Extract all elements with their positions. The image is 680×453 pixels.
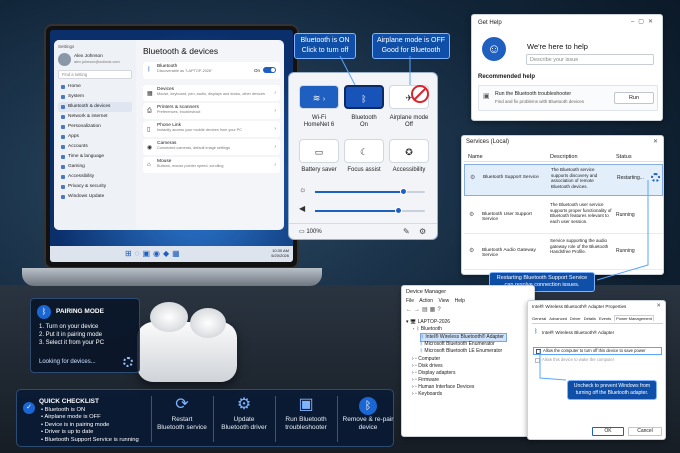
bluetooth-icon: ᛒ [333, 394, 403, 416]
monitor-icon: ▣ [298, 396, 314, 413]
action-label: Restart [171, 416, 193, 423]
action-label: Remove & re-pair [342, 416, 394, 423]
action-restart[interactable]: ⟳ Restart Bluetooth service [147, 394, 217, 432]
quick-checklist-panel: ✓ QUICK CHECKLIST • Bluetooth is ON • Air… [16, 389, 394, 447]
restart-icon: ⟳ [175, 396, 189, 413]
pairing-steps: 1. Turn on your device 2. Put it in pair… [39, 323, 104, 347]
action-label: Run Bluetooth [285, 416, 327, 423]
checklist-items: • Bluetooth is ON • Airplane mode is OFF •… [41, 407, 139, 444]
action-sublabel: Bluetooth driver [221, 424, 267, 431]
earbud-right [190, 308, 226, 338]
checklist-item-text: Airplane mode is OFF [44, 414, 101, 421]
pairing-mode-panel: ᛒ PAIRING MODE 1. Turn on your device 2.… [30, 298, 140, 373]
pairing-status: Looking for devices... [39, 359, 96, 365]
action-sublabel: device [358, 424, 378, 431]
bluetooth-icon: ᛒ [37, 305, 51, 319]
checklist-item: • Driver is up to date [41, 429, 94, 436]
action-sublabel: troubleshooter [285, 424, 327, 431]
pairing-title: PAIRING MODE [56, 308, 104, 315]
checklist-item-text: Bluetooth Support Service is running [44, 436, 139, 443]
action-remove-re-pair[interactable]: ᛒ Remove & re-pair device [333, 394, 403, 432]
check-icon: ✓ [23, 402, 35, 414]
checklist-item: • Device is in pairing mode [41, 421, 110, 428]
checklist-item-text: Driver is up to date [44, 429, 94, 436]
action-sublabel: Bluetooth service [157, 424, 207, 431]
action-label: Update [233, 416, 255, 423]
checklist-item: • Airplane mode is OFF [41, 414, 101, 421]
action-update[interactable]: ⚙ Update Bluetooth driver [209, 394, 279, 432]
checklist-item-text: Bluetooth is ON [44, 407, 86, 413]
gear-icon: ⚙ [236, 396, 252, 413]
checklist-item: • Bluetooth Support Service is running [41, 436, 139, 443]
pairing-step: 1. Turn on your device [39, 324, 99, 330]
checklist-item: • Bluetooth is ON [41, 407, 86, 413]
connector-lines [339, 55, 649, 381]
checklist-title: QUICK CHECKLIST [39, 398, 99, 405]
pairing-step: 3. Select it from your PC [39, 340, 105, 346]
pairing-step: 2. Put it in pairing mode [39, 332, 103, 338]
action-run-bluetooth[interactable]: ▣ Run Bluetooth troubleshooter [271, 394, 341, 432]
earbud-left [150, 302, 188, 332]
checklist-item-text: Device is in pairing mode [44, 421, 110, 428]
spinner-icon [123, 357, 133, 367]
